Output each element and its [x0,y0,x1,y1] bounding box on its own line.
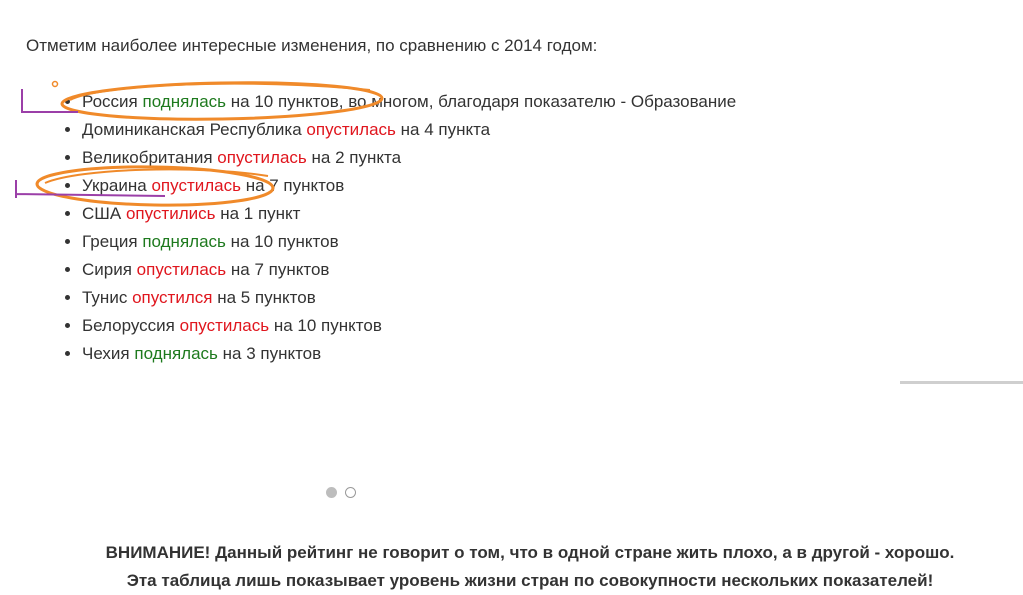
list-item: Греция поднялась на 10 пунктов [82,228,736,256]
country-name: Россия [82,92,138,111]
change-amount: на 4 пункта [400,120,491,139]
country-name: Украина [82,176,147,195]
warning-text: ВНИМАНИЕ! Данный рейтинг не говорит о то… [0,539,1023,595]
country-name: Тунис [82,288,128,307]
warning-line-1: ВНИМАНИЕ! Данный рейтинг не говорит о то… [105,543,955,562]
country-name: Великобритания [82,148,213,167]
change-verb: опустился [132,288,213,307]
change-verb: поднялась [134,344,218,363]
change-verb: опустилась [306,120,396,139]
country-name: Сирия [82,260,132,279]
change-amount: на 1 пункт [220,204,301,223]
change-verb: поднялась [142,232,226,251]
carousel-dots [326,487,356,498]
list-item: Россия поднялась на 10 пунктов, во много… [82,88,736,116]
list-item: Чехия поднялась на 3 пунктов [82,340,736,368]
change-amount: на 7 пунктов [230,260,330,279]
change-verb: опустилась [151,176,241,195]
list-item: Сирия опустилась на 7 пунктов [82,256,736,284]
changes-list: Россия поднялась на 10 пунктов, во много… [30,88,736,368]
list-item: Тунис опустился на 5 пунктов [82,284,736,312]
country-name: Белоруссия [82,316,175,335]
change-verb: опустились [125,204,216,223]
carousel-dot-2[interactable] [345,487,356,498]
change-amount: на 2 пункта [311,148,402,167]
change-amount: на 10 пунктов [230,232,339,251]
country-name: Доминиканская Республика [82,120,302,139]
list-item: США опустились на 1 пункт [82,200,736,228]
carousel-dot-1[interactable] [326,487,337,498]
change-verb: опустилась [217,148,307,167]
intro-text: Отметим наиболее интересные изменения, п… [26,36,598,55]
list-item: Доминиканская Республика опустилась на 4… [82,116,736,144]
divider-line [900,381,1023,384]
list-item: Белоруссия опустилась на 10 пунктов [82,312,736,340]
country-name: Чехия [82,344,130,363]
list-item: Украина опустилась на 7 пунктов [82,172,736,200]
change-amount: на 5 пунктов [217,288,316,307]
change-verb: опустилась [136,260,227,279]
orange-dot [51,80,59,88]
country-name: США [82,204,122,223]
change-verb: поднялась [142,92,227,111]
change-verb: опустилась [179,316,270,335]
list-item: Великобритания опустилась на 2 пункта [82,144,736,172]
change-amount: на 3 пунктов [222,344,322,363]
change-amount: на 7 пунктов [245,176,345,195]
warning-line-2: Эта таблица лишь показывает уровень жизн… [126,571,934,590]
country-name: Греция [82,232,138,251]
change-amount: на 10 пунктов [273,316,382,335]
change-amount: на 10 пунктов, во многом, благодаря пока… [230,92,737,111]
